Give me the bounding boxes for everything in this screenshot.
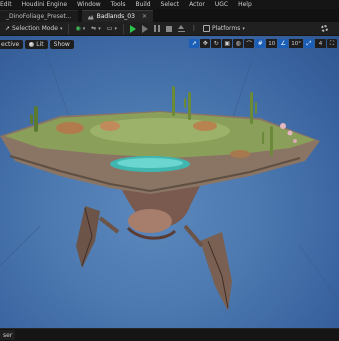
tab-label: Badlands_03 bbox=[96, 13, 135, 20]
play-icon bbox=[129, 24, 136, 33]
maximize-icon[interactable]: ⛶ bbox=[327, 39, 337, 48]
menu-actor[interactable]: Actor bbox=[184, 0, 210, 9]
gear-icon bbox=[321, 25, 328, 32]
level-icon bbox=[87, 14, 94, 20]
scale-snap-icon[interactable]: ⤢ bbox=[304, 39, 314, 48]
blueprint-button[interactable]: ⇋ ▾ bbox=[88, 24, 104, 34]
perspective-button[interactable]: ective bbox=[0, 40, 24, 49]
chevron-down-icon: ▾ bbox=[59, 25, 63, 32]
menu-select[interactable]: Select bbox=[156, 0, 185, 9]
pause-button[interactable] bbox=[151, 24, 163, 34]
toolbar-divider bbox=[68, 23, 70, 34]
view-mode-button[interactable]: Lit bbox=[25, 40, 48, 49]
platforms-label: Platforms bbox=[211, 25, 241, 32]
translate-icon[interactable]: ✥ bbox=[200, 39, 211, 48]
eject-button[interactable] bbox=[175, 24, 188, 34]
selection-mode-dropdown[interactable]: ➚ Selection Mode ▾ bbox=[2, 24, 65, 34]
more-options-button[interactable]: ⋮ bbox=[188, 24, 200, 34]
simulate-button[interactable] bbox=[139, 24, 151, 34]
main-toolbar: ➚ Selection Mode ▾ ◉ ▾ ⇋ ▾ ▭ ▾ ⋮ Platfor… bbox=[0, 22, 339, 36]
toolbar-divider bbox=[122, 23, 124, 34]
settings-button[interactable] bbox=[318, 24, 331, 34]
rotate-icon[interactable]: ↻ bbox=[211, 39, 222, 48]
cinematics-icon: ▭ bbox=[106, 25, 113, 32]
platforms-icon bbox=[202, 25, 210, 32]
show-label: Show bbox=[53, 41, 70, 48]
world-space-icon[interactable]: ◍ bbox=[233, 39, 244, 48]
chevron-down-icon: ▾ bbox=[98, 25, 101, 32]
menu-build[interactable]: Build bbox=[130, 0, 155, 9]
menu-tools[interactable]: Tools bbox=[106, 0, 131, 9]
view-mode-label: Lit bbox=[36, 41, 44, 48]
lit-sphere-icon bbox=[29, 42, 35, 47]
viewport-toolbar: ective Lit Show ➚ ✥ ↻ ▣ ◍ ⌒ # 10 ∠ 10° ⤢… bbox=[0, 39, 339, 50]
close-icon[interactable]: ✕ bbox=[142, 13, 147, 20]
menu-window[interactable]: Window bbox=[72, 0, 106, 9]
camera-speed-value[interactable]: 4 bbox=[315, 39, 326, 48]
add-content-button[interactable]: ◉ ▾ bbox=[72, 24, 88, 34]
level-viewport[interactable]: ective Lit Show ➚ ✥ ↻ ▣ ◍ ⌒ # 10 ∠ 10° ⤢… bbox=[0, 36, 339, 328]
simulate-icon bbox=[141, 24, 148, 33]
stop-icon bbox=[165, 25, 172, 32]
menu-houdini-engine[interactable]: Houdini Engine bbox=[17, 0, 72, 9]
select-tool-icon[interactable]: ➚ bbox=[189, 39, 200, 48]
cursor-icon: ➚ bbox=[5, 25, 11, 32]
menu-bar: Edit Houdini Engine Window Tools Build S… bbox=[0, 0, 339, 9]
perspective-label: ective bbox=[1, 41, 20, 48]
chevron-down-icon: ▾ bbox=[242, 25, 245, 32]
surface-snap-icon[interactable]: ⌒ bbox=[244, 39, 255, 48]
menu-ugc[interactable]: UGC bbox=[210, 0, 233, 9]
tab-badlands[interactable]: Badlands_03 ✕ bbox=[81, 10, 153, 22]
pause-icon bbox=[153, 25, 160, 32]
platforms-dropdown[interactable]: Platforms ▾ bbox=[200, 24, 248, 34]
blueprint-icon: ⇋ bbox=[91, 25, 97, 32]
play-button[interactable] bbox=[127, 24, 139, 34]
cinematics-button[interactable]: ▭ ▾ bbox=[104, 24, 120, 34]
more-icon: ⋮ bbox=[190, 25, 197, 32]
stop-button[interactable] bbox=[163, 24, 175, 34]
tab-label: _DinoFoliage_Preset... bbox=[6, 13, 72, 20]
menu-edit[interactable]: Edit bbox=[0, 0, 17, 9]
content-drawer-button[interactable]: ser bbox=[0, 330, 16, 340]
transform-controls: ➚ ✥ ↻ ▣ ◍ ⌒ # 10 ∠ 10° ⤢ 4 ⛶ bbox=[189, 39, 337, 48]
grid-snap-icon[interactable]: # bbox=[255, 39, 266, 48]
selection-mode-label: Selection Mode bbox=[12, 25, 58, 32]
chevron-down-icon: ▾ bbox=[114, 25, 117, 32]
rotation-snap-icon[interactable]: ∠ bbox=[278, 39, 289, 48]
chevron-down-icon: ▾ bbox=[82, 25, 86, 32]
document-tab-bar: _DinoFoliage_Preset... Badlands_03 ✕ bbox=[0, 9, 339, 22]
rotation-snap-value[interactable]: 10° bbox=[289, 39, 303, 48]
floating-island-scene bbox=[0, 36, 339, 311]
show-button[interactable]: Show bbox=[49, 40, 74, 49]
status-bar: ser bbox=[0, 328, 339, 341]
grid-snap-value[interactable]: 10 bbox=[266, 39, 278, 48]
tab-dinofoliage-preset[interactable]: _DinoFoliage_Preset... bbox=[0, 10, 78, 22]
content-drawer-label: ser bbox=[3, 331, 13, 339]
eject-icon bbox=[177, 25, 185, 32]
menu-help[interactable]: Help bbox=[233, 0, 257, 9]
scale-icon[interactable]: ▣ bbox=[222, 39, 233, 48]
add-content-icon: ◉ bbox=[75, 25, 81, 32]
